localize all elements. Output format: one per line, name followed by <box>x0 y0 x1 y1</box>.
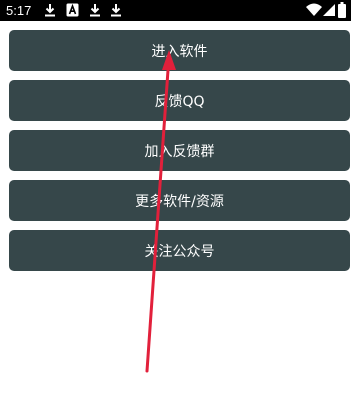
follow-official-account-label: 关注公众号 <box>144 243 215 260</box>
enter-app-button[interactable]: 进入软件 <box>9 30 350 71</box>
status-bar: 5:17 <box>0 0 351 21</box>
more-software-label: 更多软件/资源 <box>135 193 224 210</box>
battery-icon <box>338 2 346 18</box>
join-feedback-group-label: 加入反馈群 <box>144 143 215 160</box>
join-feedback-group-button[interactable]: 加入反馈群 <box>9 130 350 171</box>
download-icon <box>89 3 101 17</box>
wifi-icon <box>306 3 322 17</box>
feedback-qq-label: 反馈QQ <box>154 93 205 110</box>
feedback-qq-button[interactable]: 反馈QQ <box>9 80 350 121</box>
a-letter-icon <box>66 3 79 17</box>
more-software-button[interactable]: 更多软件/资源 <box>9 180 350 221</box>
download-icon <box>44 3 56 17</box>
follow-official-account-button[interactable]: 关注公众号 <box>9 230 350 271</box>
signal-icon <box>323 3 335 17</box>
status-time: 5:17 <box>6 3 32 18</box>
enter-app-label: 进入软件 <box>151 43 208 60</box>
download-icon <box>110 3 122 17</box>
